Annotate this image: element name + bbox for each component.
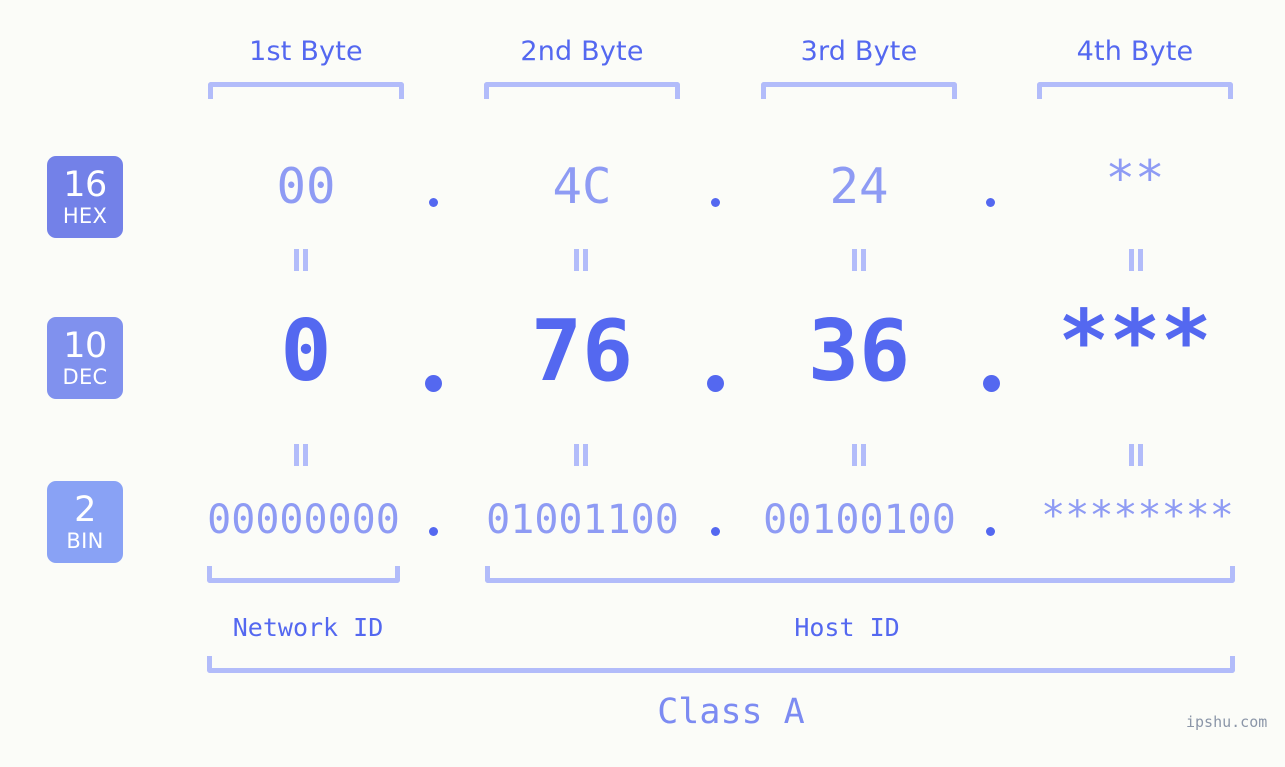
bin-byte-1-value: 00000000 [207, 497, 400, 543]
dec-byte-3-value: 36 [807, 302, 911, 401]
bin-separator-dot-3 [986, 527, 995, 536]
bin-byte-3-value: 00100100 [763, 497, 956, 543]
bin-separator-dot-1 [429, 527, 438, 536]
hex-byte-3-value: 24 [829, 158, 889, 215]
base-badge-hex-number: 16 [63, 164, 107, 205]
byte-header-3: 3rd Byte [800, 36, 918, 67]
dec-byte-4-value: *** [1058, 292, 1212, 391]
ip-byte-breakdown-diagram: 1st Byte 2nd Byte 3rd Byte 4th Byte 16 H… [0, 0, 1285, 767]
hex-separator-dot-3 [986, 198, 995, 207]
base-badge-dec: 10 DEC [47, 317, 123, 399]
dec-separator-dot-3 [983, 375, 1000, 392]
equals-mark-hex-dec-3 [851, 249, 867, 271]
byte-header-2: 2nd Byte [520, 36, 644, 67]
hex-byte-1-value: 00 [276, 158, 336, 215]
base-badge-hex: 16 HEX [47, 156, 123, 238]
base-badge-bin-number: 2 [74, 489, 96, 530]
equals-mark-hex-dec-2 [573, 249, 589, 271]
class-label: Class A [657, 692, 805, 732]
byte-bracket-3 [761, 82, 957, 99]
dec-separator-dot-1 [425, 375, 442, 392]
equals-mark-hex-dec-4 [1128, 249, 1144, 271]
base-badge-dec-number: 10 [63, 325, 107, 366]
equals-mark-dec-bin-1 [293, 444, 309, 466]
byte-bracket-4 [1037, 82, 1233, 99]
equals-mark-dec-bin-2 [573, 444, 589, 466]
class-bracket [207, 656, 1235, 673]
dec-byte-2-value: 76 [530, 302, 634, 401]
network-id-label: Network ID [232, 613, 384, 642]
equals-mark-dec-bin-4 [1128, 444, 1144, 466]
base-badge-bin: 2 BIN [47, 481, 123, 563]
byte-bracket-1 [208, 82, 404, 99]
base-badge-hex-abbr: HEX [62, 203, 108, 228]
dec-separator-dot-2 [707, 375, 724, 392]
byte-header-4: 4th Byte [1076, 36, 1194, 67]
equals-mark-dec-bin-3 [851, 444, 867, 466]
bin-byte-4-value: ******** [1041, 493, 1234, 539]
base-badge-dec-abbr: DEC [62, 364, 108, 389]
base-badge-bin-abbr: BIN [66, 528, 104, 553]
site-watermark: ipshu.com [1186, 713, 1268, 731]
bin-separator-dot-2 [711, 527, 720, 536]
bin-byte-2-value: 01001100 [486, 497, 679, 543]
host-id-label: Host ID [794, 613, 900, 642]
equals-mark-hex-dec-1 [293, 249, 309, 271]
hex-byte-4-value: ** [1105, 150, 1165, 207]
dec-byte-1-value: 0 [280, 302, 332, 401]
hex-byte-2-value: 4C [552, 158, 612, 215]
host-id-bracket [485, 566, 1235, 583]
byte-header-1: 1st Byte [249, 36, 363, 67]
hex-separator-dot-1 [429, 198, 438, 207]
hex-separator-dot-2 [711, 198, 720, 207]
byte-bracket-2 [484, 82, 680, 99]
network-id-bracket [207, 566, 400, 583]
